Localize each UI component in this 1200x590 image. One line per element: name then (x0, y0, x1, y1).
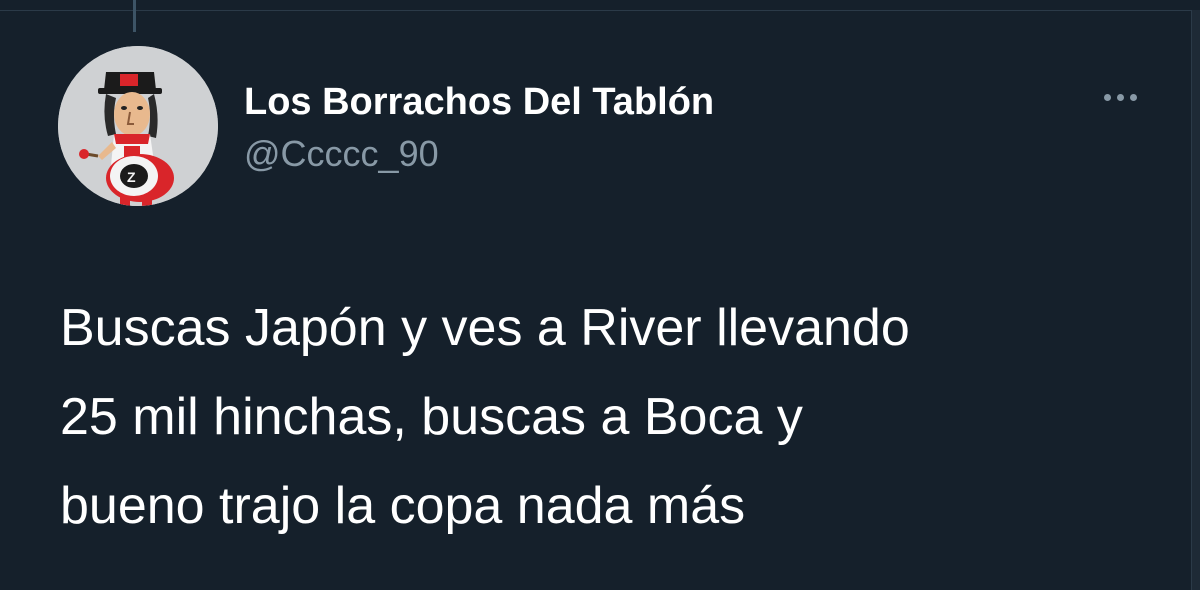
more-dots-icon (1116, 93, 1124, 101)
author-display-name[interactable]: Los Borrachos Del Tablón (244, 80, 714, 124)
more-dots-icon (1129, 93, 1137, 101)
more-options-button[interactable] (1090, 82, 1150, 112)
cartoon-drummer-avatar-icon: Z (58, 46, 218, 206)
thread-connector-line (133, 0, 136, 32)
author-handle[interactable]: @Ccccc_90 (244, 132, 714, 176)
tweet-card: Z Los Borrachos Del Tablón @Ccccc_90 Bus… (0, 0, 1200, 590)
tweet-text: Buscas Japón y ves a River llevando 25 m… (60, 299, 910, 535)
svg-text:Z: Z (127, 169, 136, 185)
tweet-author: Los Borrachos Del Tablón @Ccccc_90 (244, 80, 714, 176)
divider (0, 10, 1200, 11)
more-dots-icon (1103, 93, 1111, 101)
avatar[interactable]: Z (58, 46, 218, 206)
scrollbar-track (1191, 10, 1200, 590)
